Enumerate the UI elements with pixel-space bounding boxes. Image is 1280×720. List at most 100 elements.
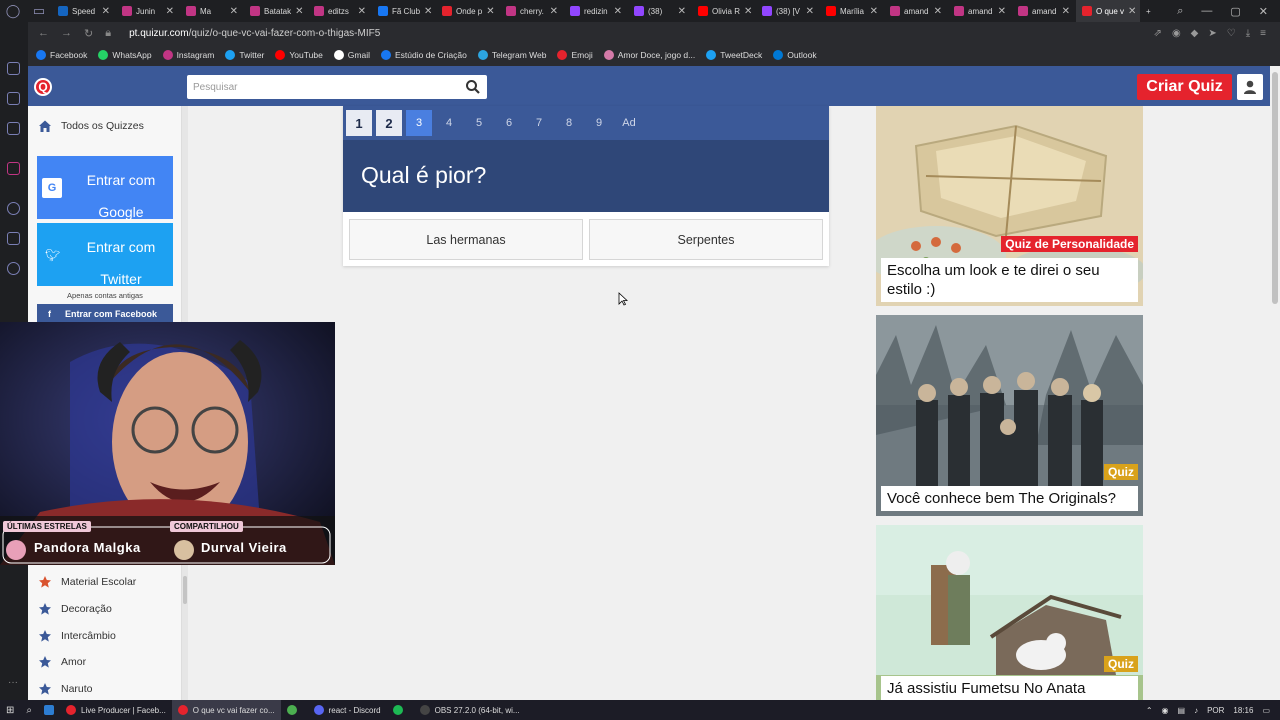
- bookmark-item[interactable]: Amor Doce, jogo d...: [603, 50, 695, 60]
- bookmark-item[interactable]: YouTube: [275, 50, 323, 60]
- close-tab-icon[interactable]: ✕: [806, 6, 814, 17]
- close-tab-icon[interactable]: ✕: [934, 6, 942, 17]
- forward-icon[interactable]: →: [61, 27, 72, 40]
- user-menu-button[interactable]: [1237, 74, 1263, 100]
- browser-tab[interactable]: cherry. ✕: [500, 0, 564, 22]
- tray-app-icon[interactable]: ◉: [1162, 706, 1169, 715]
- settings-icon[interactable]: [7, 262, 20, 275]
- browser-tab[interactable]: Olivia R ✕: [692, 0, 756, 22]
- search-taskbar-icon[interactable]: ⌕: [20, 700, 38, 720]
- sidebar-item-all-quizzes[interactable]: Todos os Quizzes: [38, 119, 144, 133]
- sidebar-category-item[interactable]: Decoração: [38, 602, 112, 616]
- instagram-icon[interactable]: [7, 162, 20, 175]
- bookmark-item[interactable]: Facebook: [36, 50, 87, 60]
- pager-step[interactable]: Ad: [616, 110, 642, 136]
- back-icon[interactable]: ←: [38, 27, 49, 40]
- create-quiz-button[interactable]: Criar Quiz: [1137, 74, 1232, 100]
- facebook-login-button[interactable]: f Entrar com Facebook: [37, 304, 173, 324]
- notifications-icon[interactable]: ▭: [1262, 706, 1270, 715]
- close-tab-icon[interactable]: ✕: [358, 6, 366, 17]
- bag-icon[interactable]: [7, 92, 20, 105]
- pager-step[interactable]: 6: [496, 110, 522, 136]
- close-window-icon[interactable]: ✕: [1259, 5, 1268, 18]
- sidebar-category-item[interactable]: Naruto: [38, 682, 93, 696]
- lock-icon[interactable]: 🔒︎: [105, 27, 111, 40]
- tray-chevron-icon[interactable]: ⌃: [1146, 706, 1153, 715]
- language-indicator[interactable]: POR: [1207, 706, 1224, 715]
- browser-logo-icon[interactable]: ◯: [0, 0, 26, 22]
- pager-step[interactable]: 1: [346, 110, 372, 136]
- browser-tab[interactable]: Batatak ✕: [244, 0, 308, 22]
- bookmark-item[interactable]: Estúdio de Criação: [381, 50, 467, 60]
- browser-tab[interactable]: Onde p ✕: [436, 0, 500, 22]
- recommended-quiz-card[interactable]: Quiz Já assistiu Fumetsu No Anata: [876, 525, 1143, 700]
- speed-dial-icon[interactable]: [7, 62, 20, 75]
- workspaces-icon[interactable]: ▭: [26, 0, 52, 22]
- browser-tab[interactable]: Junin ✕: [116, 0, 180, 22]
- close-tab-icon[interactable]: ✕: [486, 6, 494, 17]
- close-tab-icon[interactable]: ✕: [102, 6, 110, 17]
- recommended-quiz-card[interactable]: Quiz de Personalidade Escolha um look e …: [876, 106, 1143, 306]
- more-icon[interactable]: ···: [8, 677, 18, 688]
- twitter-login-button[interactable]: 🐦︎ Entrar com Twitter: [37, 223, 173, 287]
- close-tab-icon[interactable]: ✕: [1128, 6, 1136, 17]
- url-field[interactable]: pt.quizur.com/quiz/o-que-vc-vai-fazer-co…: [129, 28, 380, 39]
- download-icon[interactable]: ⤓: [1246, 28, 1250, 39]
- browser-tab[interactable]: Ma ✕: [180, 0, 244, 22]
- answer-option-2[interactable]: Serpentes: [589, 219, 823, 260]
- page-scrollbar[interactable]: [1270, 66, 1280, 700]
- vpn-icon[interactable]: ◆: [1191, 28, 1199, 39]
- pager-step[interactable]: 2: [376, 110, 402, 136]
- history-icon[interactable]: [7, 202, 20, 215]
- search-tabs-icon[interactable]: ⌕: [1177, 5, 1183, 18]
- browser-tab[interactable]: Fã Club ✕: [372, 0, 436, 22]
- pager-step[interactable]: 9: [586, 110, 612, 136]
- reload-icon[interactable]: ↻: [84, 27, 93, 40]
- share-icon[interactable]: ⇗: [1154, 28, 1162, 39]
- close-tab-icon[interactable]: ✕: [870, 6, 878, 17]
- app-pinned-icon[interactable]: [38, 700, 60, 720]
- browser-tab[interactable]: Speed ✕: [52, 0, 116, 22]
- browser-tab[interactable]: amand ✕: [884, 0, 948, 22]
- sidebar-category-item[interactable]: Intercâmbio: [38, 629, 116, 643]
- network-icon[interactable]: ▤: [1178, 706, 1186, 715]
- browser-tab[interactable]: redizin ✕: [564, 0, 628, 22]
- bookmark-item[interactable]: WhatsApp: [98, 50, 152, 60]
- heart-icon[interactable]: ♡: [1227, 28, 1236, 39]
- close-tab-icon[interactable]: ✕: [295, 6, 303, 17]
- bookmark-item[interactable]: Emoji: [557, 50, 593, 60]
- taskbar-app[interactable]: react - Discord: [308, 700, 387, 720]
- close-tab-icon[interactable]: ✕: [230, 6, 238, 17]
- maximize-icon[interactable]: ▢: [1230, 5, 1240, 18]
- pager-step[interactable]: 3: [406, 110, 432, 136]
- send-icon[interactable]: ➤: [1208, 28, 1216, 39]
- search-icon[interactable]: [465, 79, 481, 95]
- recommended-quiz-card[interactable]: Quiz Você conhece bem The Originals?: [876, 315, 1143, 516]
- sidebar-category-item[interactable]: Amor: [38, 655, 86, 669]
- minimize-icon[interactable]: —: [1201, 5, 1212, 18]
- close-tab-icon[interactable]: ✕: [166, 6, 174, 17]
- bookmark-item[interactable]: Twitter: [225, 50, 264, 60]
- bookmark-item[interactable]: TweetDeck: [706, 50, 762, 60]
- taskbar-app[interactable]: Live Producer | Faceb...: [60, 700, 172, 720]
- cube-icon[interactable]: [7, 232, 20, 245]
- browser-tab[interactable]: O que v ✕: [1076, 0, 1140, 22]
- messenger-icon[interactable]: [7, 122, 20, 135]
- bookmark-item[interactable]: Telegram Web: [477, 50, 546, 60]
- close-tab-icon[interactable]: ✕: [744, 6, 752, 17]
- pager-step[interactable]: 5: [466, 110, 492, 136]
- pager-step[interactable]: 4: [436, 110, 462, 136]
- camera-icon[interactable]: ◉: [1172, 28, 1181, 39]
- pager-step[interactable]: 7: [526, 110, 552, 136]
- volume-icon[interactable]: ♪: [1194, 706, 1198, 715]
- close-tab-icon[interactable]: ✕: [614, 6, 622, 17]
- bookmark-item[interactable]: Outlook: [773, 50, 817, 60]
- close-tab-icon[interactable]: ✕: [1062, 6, 1070, 17]
- browser-tab[interactable]: Marília ✕: [820, 0, 884, 22]
- taskbar-app[interactable]: [281, 700, 308, 720]
- start-icon[interactable]: ⊞: [0, 700, 20, 720]
- bookmark-item[interactable]: Gmail: [333, 50, 370, 60]
- clock[interactable]: 18:16: [1233, 706, 1253, 715]
- browser-tab[interactable]: (38) ✕: [628, 0, 692, 22]
- answer-option-1[interactable]: Las hermanas: [349, 219, 583, 260]
